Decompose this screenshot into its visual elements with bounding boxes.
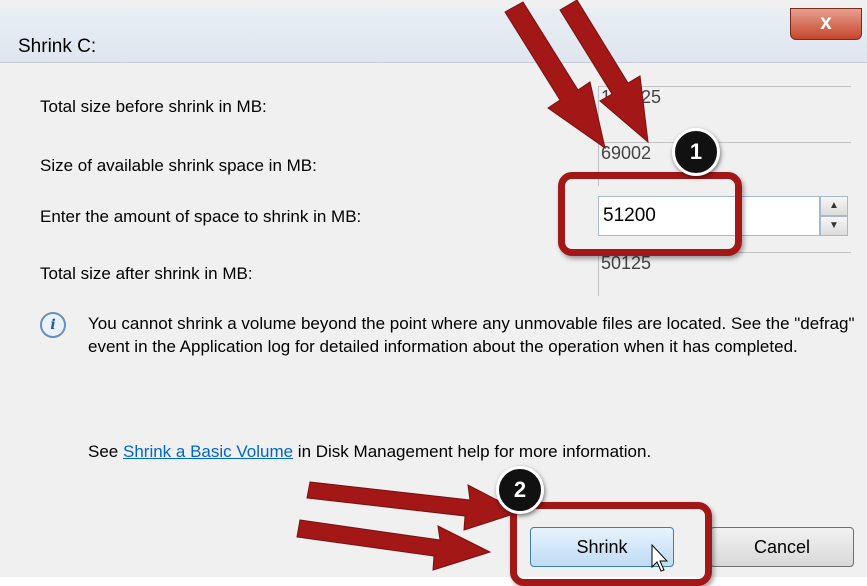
highlight-box-input: [558, 172, 742, 256]
annotation-arrows: [296, 0, 669, 572]
highlight-box-shrink: [510, 502, 712, 586]
arrow-2a: [306, 481, 522, 531]
step-2-badge: 2: [496, 466, 544, 514]
arrow-2b: [296, 519, 492, 571]
step-1-badge: 1: [672, 128, 720, 176]
